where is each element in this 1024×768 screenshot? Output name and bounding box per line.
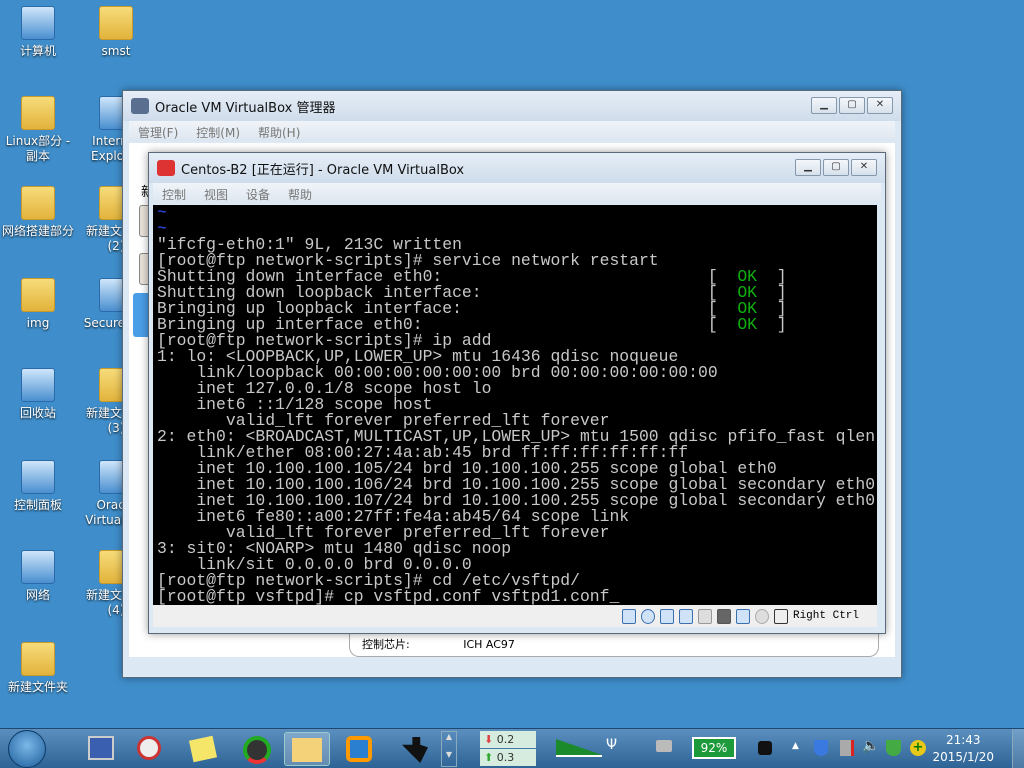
- menu-control[interactable]: 控制: [153, 183, 195, 203]
- keyboard-icon[interactable]: [656, 740, 672, 752]
- show-desktop-button[interactable]: [1012, 729, 1024, 768]
- manager-title: Oracle VM VirtualBox 管理器: [155, 100, 336, 116]
- battery-indicator[interactable]: 92%: [692, 737, 736, 759]
- desktop-icon-label: 回收站: [19, 406, 56, 420]
- desktop-icon[interactable]: Linux部分 - 副本: [0, 96, 76, 164]
- menu-view[interactable]: 视图: [195, 183, 237, 203]
- start-button[interactable]: [8, 730, 46, 768]
- details-panel: 控制芯片: ICH AC97: [349, 633, 879, 657]
- minimize-button[interactable]: ▁: [795, 159, 821, 176]
- host-key-label: Right Ctrl: [792, 610, 859, 622]
- desktop-icon[interactable]: img: [0, 278, 76, 331]
- cpu-icon[interactable]: [735, 608, 750, 624]
- taskbar: ▲▼ ⬇ 0.2 KB/s ⬆ 0.3 KB/s Ψ 92% ▲ 🔈 + 21:…: [0, 728, 1024, 768]
- taskbar-sticky-notes[interactable]: [180, 732, 226, 766]
- menu-manage[interactable]: 管理(F): [129, 121, 187, 141]
- clock-date: 2015/1/20: [932, 750, 994, 764]
- download-speed: ⬇ 0.2 KB/s: [480, 731, 536, 763]
- manager-titlebar[interactable]: Oracle VM VirtualBox 管理器: [123, 91, 901, 121]
- desktop-icon-label: 网络: [25, 588, 50, 602]
- menu-devices[interactable]: 设备: [237, 183, 279, 203]
- app-icon: [21, 6, 55, 40]
- app-icon: [21, 550, 55, 584]
- close-button[interactable]: ✕: [867, 97, 893, 114]
- desktop-icon-label: 计算机: [19, 44, 56, 58]
- clock-time: 21:43: [945, 733, 981, 747]
- taskbar-remote-desktop[interactable]: [78, 732, 124, 766]
- desktop-icon-label: smst: [101, 44, 131, 58]
- folder-icon: [99, 6, 133, 40]
- vm-statusbar: Right Ctrl: [153, 605, 877, 627]
- folder-icon: [21, 186, 55, 220]
- show-hidden-icons[interactable]: ▲: [792, 741, 799, 751]
- taskbar-ti-app[interactable]: [392, 732, 438, 766]
- app-icon: [21, 460, 55, 494]
- desktop-icon[interactable]: smst: [78, 6, 154, 59]
- hard-disk-icon[interactable]: [621, 608, 636, 624]
- signal-strength-icon[interactable]: [556, 739, 602, 757]
- desktop-icon[interactable]: 回收站: [0, 368, 76, 421]
- desktop-icon[interactable]: 控制面板: [0, 460, 76, 513]
- terminal-line: ~: [157, 205, 167, 222]
- vm-window: Centos-B2 [正在运行] - Oracle VM VirtualBox …: [148, 152, 886, 634]
- taskbar-file-explorer[interactable]: [284, 732, 330, 766]
- tray-plus-icon[interactable]: +: [910, 740, 926, 756]
- desktop-icon[interactable]: 网络搭建部分: [0, 186, 76, 239]
- vm-title: Centos-B2 [正在运行] - Oracle VM VirtualBox: [181, 162, 465, 178]
- detail-value: ICH AC97: [463, 638, 515, 651]
- taskbar-sync-app[interactable]: [234, 732, 280, 766]
- vm-console[interactable]: ~ ~ "ifcfg-eth0:1" 9L, 213C written [root@f…: [153, 205, 877, 605]
- desktop-icon-label: 网络搭建部分: [1, 224, 74, 238]
- minimize-button[interactable]: ▁: [811, 97, 837, 114]
- desktop-icon-label: 新建文件夹: [7, 680, 68, 694]
- optical-drive-icon[interactable]: [640, 608, 655, 624]
- usb-icon[interactable]: [659, 608, 674, 624]
- app-icon: [21, 368, 55, 402]
- centos-vm-icon: [157, 160, 175, 176]
- vm-titlebar[interactable]: Centos-B2 [正在运行] - Oracle VM VirtualBox: [149, 153, 885, 183]
- menu-help[interactable]: 帮助: [279, 183, 321, 203]
- taskbar-snipping-tool[interactable]: [126, 732, 172, 766]
- desktop-icon-label: 控制面板: [13, 498, 62, 512]
- network-icon[interactable]: [678, 608, 693, 624]
- taskbar-scroll[interactable]: ▲ ▼: [441, 731, 457, 767]
- menu-control[interactable]: 控制(M): [187, 121, 249, 141]
- volume-icon[interactable]: 🔈: [862, 738, 879, 754]
- tray-security-icon[interactable]: [886, 740, 901, 756]
- shared-folder-icon[interactable]: [697, 608, 712, 624]
- mouse-integration-icon[interactable]: [754, 608, 769, 624]
- maximize-button[interactable]: ▢: [823, 159, 849, 176]
- tray-network-error-icon[interactable]: [840, 740, 854, 756]
- folder-icon: [21, 278, 55, 312]
- clock[interactable]: 21:43 2015/1/20: [932, 732, 994, 766]
- keyboard-capture-icon[interactable]: [773, 608, 788, 624]
- ok-status: OK: [737, 315, 758, 334]
- desktop-icon[interactable]: 网络: [0, 550, 76, 603]
- tray-shield-a-icon[interactable]: [814, 740, 828, 756]
- desktop-icon-label: Linux部分 - 副本: [5, 134, 71, 163]
- virtualbox-icon: [131, 98, 149, 114]
- detail-label: 控制芯片:: [362, 638, 410, 651]
- folder-icon: [21, 96, 55, 130]
- desktop-icon[interactable]: 计算机: [0, 6, 76, 59]
- maximize-button[interactable]: ▢: [839, 97, 865, 114]
- desktop-icon[interactable]: 新建文件夹: [0, 642, 76, 695]
- menu-help[interactable]: 帮助(H): [249, 121, 309, 141]
- close-button[interactable]: ✕: [851, 159, 877, 176]
- power-plug-icon[interactable]: [758, 741, 772, 755]
- antenna-icon[interactable]: Ψ: [606, 737, 617, 753]
- upload-speed: ⬆ 0.3 KB/s: [480, 749, 536, 766]
- terminal-line: [root@ftp vsftpd]# cp vsftpd.conf vsftpd…: [157, 587, 620, 605]
- taskbar-vmware[interactable]: [336, 732, 382, 766]
- desktop-icon-label: img: [26, 316, 50, 330]
- battery-percent: 92%: [700, 741, 728, 755]
- video-capture-icon[interactable]: [716, 608, 731, 624]
- folder-icon: [21, 642, 55, 676]
